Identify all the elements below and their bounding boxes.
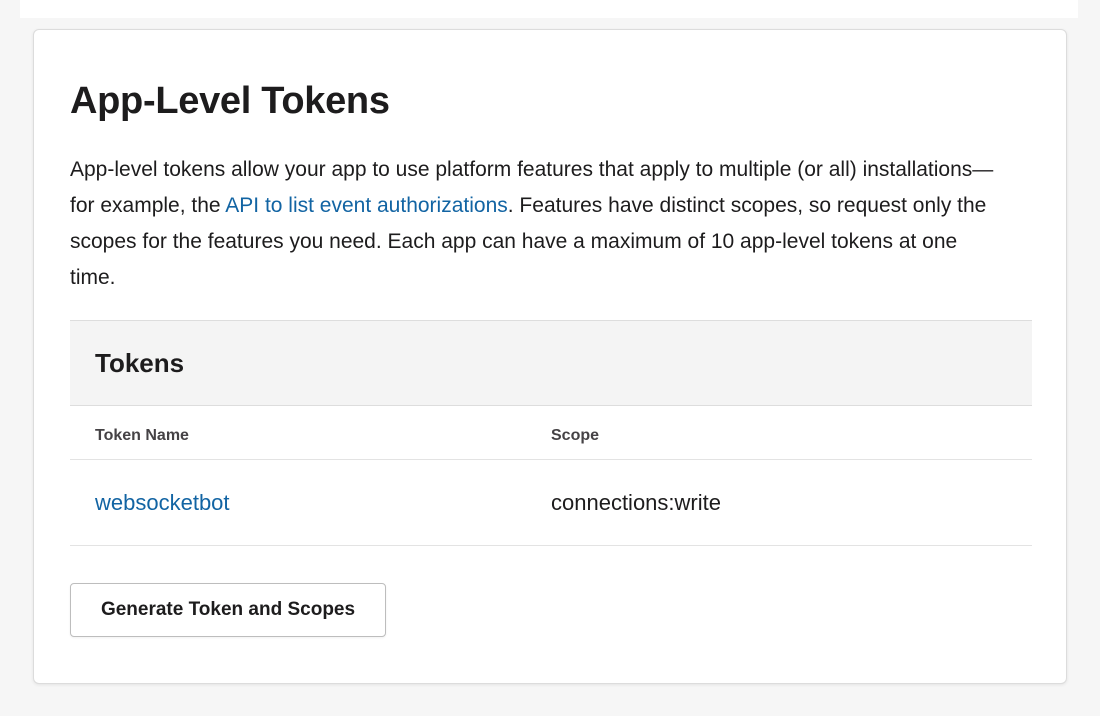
token-name-link[interactable]: websocketbot xyxy=(95,490,230,516)
tokens-table-header: Token Name Scope xyxy=(70,406,1032,460)
section-description: App-level tokens allow your app to use p… xyxy=(70,152,1000,296)
tokens-panel-title: Tokens xyxy=(95,348,185,378)
tokens-panel-header: Tokens xyxy=(70,320,1032,406)
generate-token-button[interactable]: Generate Token and Scopes xyxy=(70,583,386,637)
column-header-token-name: Token Name xyxy=(95,427,189,444)
column-header-scope: Scope xyxy=(551,427,600,444)
tokens-panel: Tokens Token Name Scope websocketbot con… xyxy=(70,320,1032,546)
event-authorizations-api-link[interactable]: API to list event authorizations xyxy=(225,194,508,217)
table-row: websocketbot connections:write xyxy=(70,460,1032,546)
top-strip xyxy=(20,0,1078,18)
app-level-tokens-card: App-Level Tokens App-level tokens allow … xyxy=(33,29,1067,684)
token-scope: connections:write xyxy=(551,490,721,515)
section-title: App-Level Tokens xyxy=(70,80,390,122)
